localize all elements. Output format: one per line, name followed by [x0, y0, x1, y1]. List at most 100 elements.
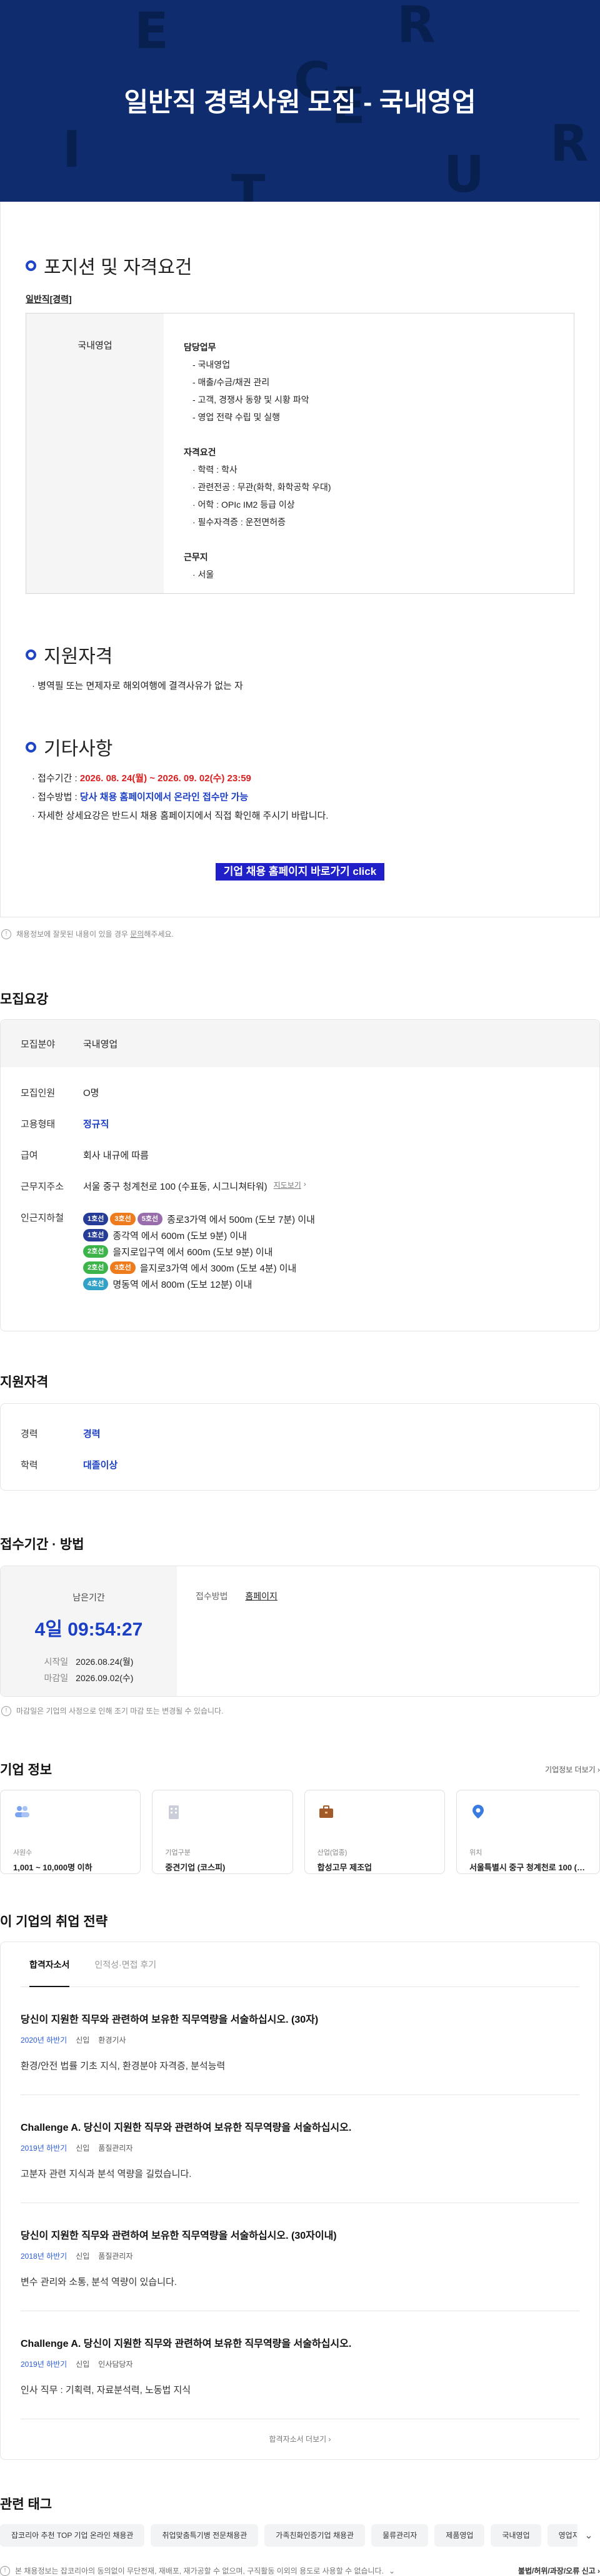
bullet-ring-icon [26, 649, 36, 660]
period-dates: 시작일 2026.08.24(월) 마감일 2026.09.02(수) [44, 1657, 134, 1683]
remaining-panel: 남은기간 4일 09:54:27 시작일 2026.08.24(월) 마감일 202… [1, 1566, 177, 1696]
chevron-down-icon[interactable]: ⌄ [389, 2567, 395, 2575]
company-cards: 사원수 1,001 ~ 10,000명 이하 기업구분 중견기업 (코스피) 산… [0, 1790, 600, 1874]
tag-chip[interactable]: 국내영업 [491, 2524, 541, 2547]
tag-chip[interactable]: 제품영업 [434, 2524, 485, 2547]
strategy-title: 이 기업의 취업 전략 [0, 1915, 108, 1929]
subway-item: 4호선 명동역 에서 800m (도보 12분) 이내 [83, 1276, 315, 1292]
briefcase-icon [319, 1805, 333, 1818]
bullet-ring-icon [26, 260, 36, 271]
hero-bg-letter: U [444, 146, 484, 202]
education-row: 학력 대졸이상 [21, 1459, 118, 1471]
report-link[interactable]: 문의 [130, 930, 144, 939]
company-card-employees: 사원수 1,001 ~ 10,000명 이하 [0, 1790, 141, 1874]
company-card-industry: 산업(업종) 합성고무 제조업 [304, 1790, 445, 1874]
line-badge: 4호선 [83, 1278, 109, 1290]
career-row: 경력 경력 [21, 1428, 101, 1439]
hero-banner: E R C I E R U T 일반직 경력사원 모집 - 국내영업 [0, 0, 600, 202]
etc-period: · 접수기간 : 2026. 08. 24(월) ~ 2026. 09. 02(… [32, 773, 251, 784]
section-title-position: 포지션 및 자격요건 [1, 252, 599, 279]
line-badge: 3호선 [110, 1213, 136, 1225]
footer-bar: ! 본 채용정보는 잡코리아의 동의없이 무단전재, 재배포, 재가공할 수 없… [0, 2565, 600, 2576]
subway-item: 1호선 종각역 에서 600m (도보 9분) 이내 [83, 1227, 315, 1243]
location-title: 근무지 [184, 552, 208, 562]
summary-title: 모집요강 [0, 992, 49, 1007]
etc-detail: · 자세한 상세요강은 반드시 채용 홈페이지에서 직접 확인해 주시기 바랍니… [32, 811, 329, 821]
subway-list: 1호선 3호선 5호선 종로3가역 에서 500m (도보 7분) 이내 1호선… [83, 1211, 315, 1292]
position-details: 담당업무 - 국내영업 - 매출/수금/채권 관리 - 고객, 경쟁사 동향 및… [164, 313, 574, 593]
duty-item: - 영업 전략 수립 및 실행 [192, 412, 281, 422]
footer-notice: ! 본 채용정보는 잡코리아의 동의없이 무단전재, 재배포, 재가공할 수 없… [0, 2565, 395, 2576]
company-card-location: 위치 서울특별시 중구 청계천로 100 (수표동, 시그니쳐타워) [456, 1790, 600, 1874]
hero-bg-letter: R [397, 0, 436, 54]
bullet-ring-icon [26, 741, 36, 753]
duties-title: 담당업무 [184, 342, 216, 352]
qualification-box: 경력 경력 학력 대졸이상 [0, 1403, 600, 1491]
report-notice: ! 채용정보에 잘못된 내용이 있을 경우 문의해주세요. [0, 929, 600, 939]
qualification-item: · 병역필 또는 면제자로 해외여행에 결격사유가 없는 자 [32, 681, 243, 691]
req-item: · 관련전공 : 무관(화학, 화학공학 우대) [192, 482, 331, 492]
tag-chip[interactable]: 물류관리자 [371, 2524, 429, 2547]
company-homepage-button[interactable]: 기업 채용 홈페이지 바로가기 click [216, 863, 384, 881]
subway-item: 2호선 3호선 을지로3가역 에서 300m (도보 4분) 이내 [83, 1260, 315, 1276]
summary-count-row: 모집인원 O명 [21, 1088, 99, 1098]
tab-cover-letter[interactable]: 합격자소서 [29, 1942, 70, 1987]
tag-chip[interactable]: 가족친화인증기업 채용관 [264, 2524, 366, 2547]
info-icon: ! [0, 2565, 10, 2576]
chevron-right-icon: › [303, 1180, 306, 1188]
line-badge: 1호선 [83, 1213, 109, 1225]
position-row-name: 국내영업 [26, 313, 164, 593]
info-icon: ! [1, 1705, 11, 1716]
subway-item: 1호선 3호선 5호선 종로3가역 에서 500m (도보 7분) 이내 [83, 1211, 315, 1227]
chevron-down-icon[interactable]: ⌄ [578, 2529, 600, 2542]
strategy-item[interactable]: Challenge A. 당신이 지원한 직무와 관련하여 보유한 직무역량을 … [21, 2095, 579, 2203]
company-header: 기업 정보 기업정보 더보기 › [0, 1760, 600, 1779]
strategy-item[interactable]: Challenge A. 당신이 지원한 직무와 관련하여 보유한 직무역량을 … [21, 2311, 579, 2419]
company-more-link[interactable]: 기업정보 더보기 › [545, 1764, 600, 1775]
tags-title: 관련 태그 [0, 2497, 52, 2512]
company-title: 기업 정보 [0, 1763, 52, 1777]
req-item: · 학력 : 학사 [192, 465, 238, 475]
line-badge: 2호선 [83, 1245, 109, 1258]
hero-bg-letter: E [134, 2, 169, 60]
company-card-type: 기업구분 중견기업 (코스피) [152, 1790, 293, 1874]
tag-chip[interactable]: 잡코리아 추천 TOP 기업 온라인 채용관 [0, 2524, 145, 2547]
strategy-more-link[interactable]: 합격자소서 더보기 › [21, 2419, 579, 2459]
line-badge: 5호선 [137, 1213, 163, 1225]
summary-box: 모집분야 국내영업 모집인원 O명 고용형태 정규직 급여 회사 내규에 따름 … [0, 1019, 600, 1331]
method-panel: 접수방법 홈페이지 [196, 1591, 278, 1601]
duty-item: - 매출/수금/채권 관리 [192, 377, 270, 387]
people-icon [15, 1806, 29, 1817]
tag-chip[interactable]: 영업지원 [547, 2524, 578, 2547]
summary-pay-row: 급여 회사 내규에 따름 [21, 1150, 149, 1161]
tag-list: 잡코리아 추천 TOP 기업 온라인 채용관 취업맞춤특기병 전문채용관 가족친… [0, 2524, 578, 2547]
tag-chip[interactable]: 취업맞춤특기병 전문채용관 [151, 2524, 259, 2547]
remaining-time: 4일 09:54:27 [34, 1619, 143, 1640]
period-title: 접수기간 · 방법 [0, 1537, 84, 1552]
strategy-item[interactable]: 당신이 지원한 직무와 관련하여 보유한 직무역량을 서술하십시오. (30자)… [21, 1987, 579, 2095]
period-notice: ! 마감일은 기업의 사정으로 인해 조기 마감 또는 변경될 수 있습니다. [0, 1705, 600, 1716]
method-link[interactable]: 홈페이지 [245, 1591, 278, 1601]
job-description: 포지션 및 자격요건 일반직[경력] 국내영업 담당업무 - 국내영업 - 매출… [0, 202, 600, 917]
tags-bar: 잡코리아 추천 TOP 기업 온라인 채용관 취업맞춤특기병 전문채용관 가족친… [0, 2524, 600, 2547]
strategy-item[interactable]: 당신이 지원한 직무와 관련하여 보유한 직무역량을 서술하십시오. (30자이… [21, 2203, 579, 2311]
summary-type-row: 고용형태 정규직 [21, 1119, 109, 1130]
period-box: 남은기간 4일 09:54:27 시작일 2026.08.24(월) 마감일 202… [0, 1566, 600, 1697]
line-badge: 3호선 [110, 1261, 136, 1274]
hero-bg-letter: T [231, 164, 266, 202]
strategy-box: 합격자소서 인적성·면접 후기 당신이 지원한 직무와 관련하여 보유한 직무역… [0, 1942, 600, 2460]
map-link[interactable]: 지도보기 [274, 1180, 301, 1211]
report-button[interactable]: 불법/허위/과장/오류 신고 › [518, 2565, 600, 2576]
req-item: · 어학 : OPIc IM2 등급 이상 [192, 500, 295, 510]
page-title: 일반직 경력사원 모집 - 국내영업 [124, 87, 476, 117]
position-label: 일반직[경력] [26, 294, 72, 304]
strategy-tabs: 합격자소서 인적성·면접 후기 [21, 1942, 579, 1987]
subway-item: 2호선 을지로입구역 에서 600m (도보 9분) 이내 [83, 1243, 315, 1260]
req-item: · 필수자격증 : 운전면허증 [192, 517, 286, 527]
summary-addr-row: 근무지주소 서울 중구 청계천로 100 (수표동, 시그니쳐타워) 지도보기 … [1, 1180, 599, 1211]
summary-field-row: 모집분야 국내영업 [1, 1020, 599, 1067]
location-item: · 서울 [192, 570, 214, 580]
summary-subway-row: 인근지하철 1호선 3호선 5호선 종로3가역 에서 500m (도보 7분) … [1, 1211, 599, 1292]
tab-interview[interactable]: 인적성·면접 후기 [94, 1942, 156, 1987]
line-badge: 2호선 [83, 1261, 109, 1274]
